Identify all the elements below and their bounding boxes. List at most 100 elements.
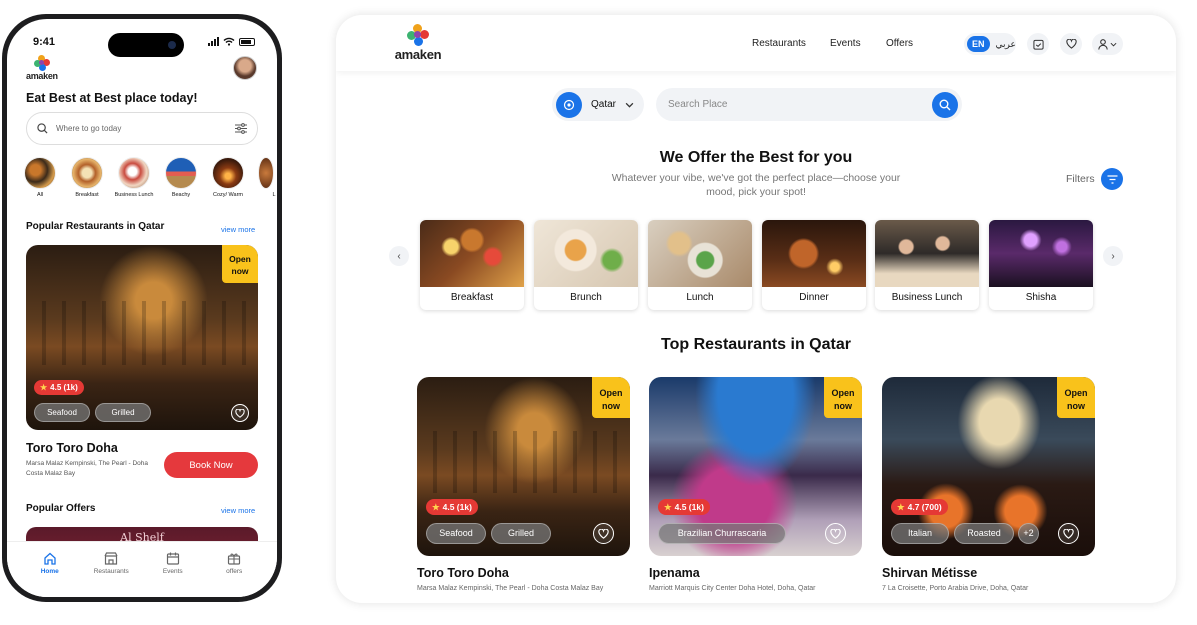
status-icons [208, 37, 255, 46]
restaurant-address: 7 La Croisette, Porto Arabia Drive, Doha… [882, 585, 1029, 592]
favorite-heart-icon[interactable] [593, 523, 614, 544]
restaurant-address: Marsa Malaz Kempinski, The Pearl - Doha … [417, 585, 604, 592]
chevron-right-icon: › [1111, 250, 1115, 262]
star-icon: ★ [664, 501, 672, 512]
offers-view-more-link[interactable]: view more [221, 506, 255, 515]
search-icon [939, 99, 951, 110]
category-beachy[interactable]: Beachy [164, 157, 198, 198]
bookings-button[interactable] [1027, 33, 1049, 55]
tag-brazilian-churrascaria[interactable]: Brazilian Churrascaria [658, 523, 786, 544]
category-all[interactable]: All [23, 157, 57, 198]
favorite-heart-icon[interactable] [1058, 523, 1079, 544]
nav-events[interactable]: Events [830, 38, 861, 49]
restaurant-name[interactable]: Toro Toro Doha [417, 566, 509, 580]
meal-breakfast[interactable]: Breakfast [420, 220, 524, 310]
tab-home[interactable]: Home [25, 552, 75, 597]
category-business-lunch[interactable]: Business Lunch [115, 157, 153, 198]
restaurant-address: Marsa Malaz Kempinski, The Pearl - Doha … [26, 460, 148, 477]
bottom-tab-bar: Home Restaurants Events offers [7, 541, 277, 597]
heart-icon [1065, 39, 1077, 49]
phone-heading: Eat Best at Best place today! [26, 91, 198, 105]
chevron-down-icon [1110, 42, 1117, 46]
category-breakfast[interactable]: Breakfast [70, 157, 104, 198]
home-icon [44, 552, 56, 565]
location-value: Qatar [591, 99, 617, 110]
meal-lunch[interactable]: Lunch [648, 220, 752, 310]
phone-mockup: 9:41 amaken Eat Best at Best place today… [2, 14, 282, 602]
rating-badge: ★ 4.7 (700) [891, 499, 948, 515]
meal-dinner[interactable]: Dinner [762, 220, 866, 310]
web-page: amaken Restaurants Events Offers EN عربي… [336, 15, 1176, 603]
logo-text: amaken [26, 71, 58, 81]
view-more-link[interactable]: view more [221, 225, 255, 234]
battery-icon [239, 37, 255, 46]
restaurant-card-ipenama[interactable]: Open now ★ 4.5 (1k) Brazilian Churrascari… [649, 377, 862, 556]
more-tags-badge[interactable]: +2 [1018, 523, 1039, 544]
location-select[interactable]: Qatar [552, 88, 644, 121]
restaurant-name[interactable]: Ipenama [649, 566, 700, 580]
book-now-button[interactable]: Book Now [164, 452, 258, 478]
category-more[interactable]: L [258, 157, 277, 198]
wifi-icon [223, 37, 235, 46]
logo-flower-icon [407, 24, 429, 46]
top-navbar: amaken Restaurants Events Offers EN عربي [336, 15, 1176, 71]
favorites-button[interactable] [1060, 33, 1082, 55]
category-list: All Breakfast Business Lunch Beachy Cozy… [23, 157, 277, 198]
offer-title: We Offer the Best for you [659, 149, 853, 166]
user-icon [1098, 38, 1108, 50]
nav-restaurants[interactable]: Restaurants [752, 38, 806, 49]
search-button[interactable] [932, 91, 958, 118]
lang-en[interactable]: EN [967, 36, 990, 52]
search-placeholder: Where to go today [56, 124, 122, 133]
rating-badge: ★ 4.5 (1k) [426, 499, 478, 515]
category-cozy-warm[interactable]: Cozy/ Warm [211, 157, 245, 198]
logo-flower-icon [34, 55, 50, 71]
carousel-next-button[interactable]: › [1103, 246, 1123, 266]
chevron-down-icon [625, 102, 634, 108]
tab-events[interactable]: Events [148, 552, 198, 597]
tag-grilled[interactable]: Grilled [491, 523, 551, 544]
meal-business-lunch[interactable]: Business Lunch [875, 220, 979, 310]
open-now-badge: Open now [824, 377, 862, 418]
tag-italian[interactable]: Italian [891, 523, 949, 544]
filter-sliders-icon[interactable] [235, 123, 247, 134]
search-input[interactable]: Where to go today [26, 112, 258, 145]
user-menu-button[interactable] [1092, 33, 1123, 55]
offer-subtitle: Whatever your vibe, we've got the perfec… [611, 172, 901, 198]
avatar[interactable] [233, 56, 257, 80]
tag-seafood[interactable]: Seafood [426, 523, 486, 544]
phone-logo[interactable]: amaken [26, 55, 58, 81]
restaurant-card-image[interactable]: Open now ★ 4.5 (1k) Seafood Grilled [26, 245, 258, 430]
search-placeholder: Search Place [668, 99, 728, 110]
popular-title: Popular Restaurants in Qatar [26, 221, 165, 232]
calendar-icon [166, 552, 179, 565]
web-logo[interactable]: amaken [388, 24, 448, 62]
carousel-prev-button[interactable]: ‹ [389, 246, 409, 266]
meal-brunch[interactable]: Brunch [534, 220, 638, 310]
restaurant-card-toro-toro[interactable]: Open now ★ 4.5 (1k) Seafood Grilled [417, 377, 630, 556]
restaurant-card-shirvan[interactable]: Open now ★ 4.7 (700) Italian Roasted +2 [882, 377, 1095, 556]
gift-icon [228, 553, 241, 565]
offers-title: Popular Offers [26, 503, 96, 514]
tab-offers[interactable]: offers [209, 552, 259, 597]
restaurant-name[interactable]: Shirvan Métisse [882, 566, 977, 580]
tab-restaurants[interactable]: Restaurants [86, 552, 136, 597]
filters-label[interactable]: Filters [1066, 173, 1095, 185]
rating-badge: ★ 4.5 (1k) [34, 380, 84, 395]
restaurant-name: Toro Toro Doha [26, 441, 118, 455]
tag-seafood[interactable]: Seafood [34, 403, 90, 422]
nav-offers[interactable]: Offers [886, 38, 913, 49]
tag-grilled[interactable]: Grilled [95, 403, 151, 422]
lang-ar[interactable]: عربي [996, 39, 1016, 50]
meal-shisha[interactable]: Shisha [989, 220, 1093, 310]
filter-button[interactable] [1101, 168, 1123, 190]
language-toggle[interactable]: EN عربي [964, 33, 1016, 55]
top-restaurants-title: Top Restaurants in Qatar [661, 336, 851, 353]
filter-icon [1107, 174, 1117, 184]
favorite-heart-icon[interactable] [231, 404, 249, 422]
search-input[interactable]: Search Place [656, 88, 962, 121]
tag-roasted[interactable]: Roasted [954, 523, 1014, 544]
favorite-heart-icon[interactable] [825, 523, 846, 544]
rating-badge: ★ 4.5 (1k) [658, 499, 710, 515]
restaurant-address: Marriott Marquis City Center Doha Hotel,… [649, 585, 816, 592]
